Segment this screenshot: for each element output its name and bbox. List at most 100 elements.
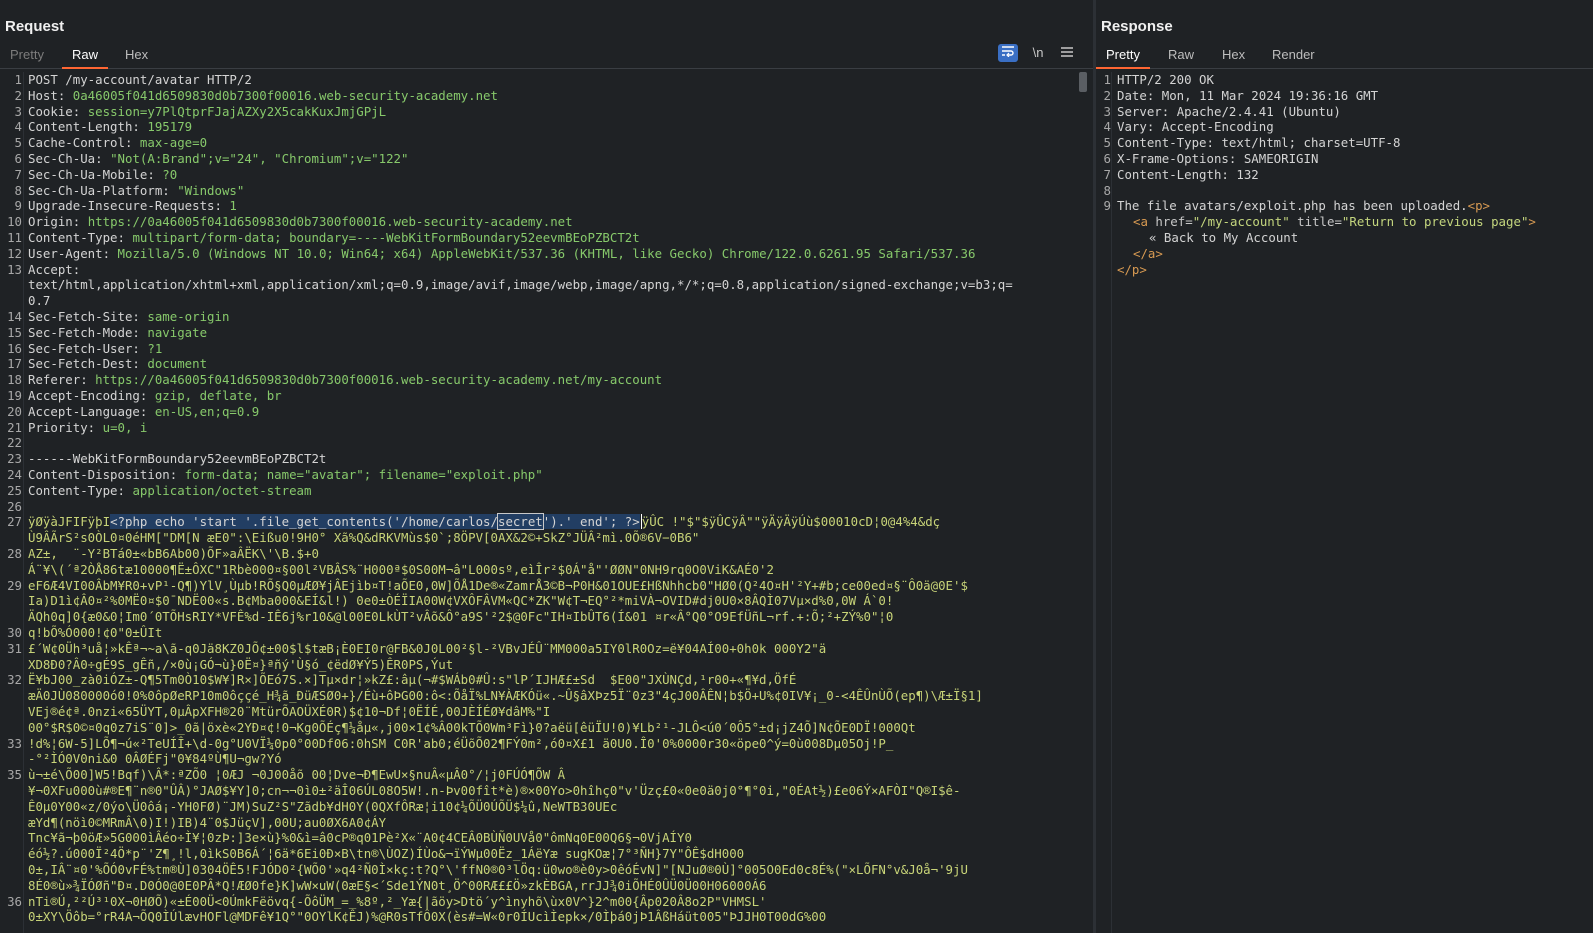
response-panel: Response Pretty Raw Hex Render 123456789…: [1096, 0, 1593, 933]
line-number: 17: [7, 356, 22, 372]
a-close-bracket: >: [1528, 214, 1536, 230]
request-line: POST /my-account/avatar HTTP/2: [28, 72, 252, 88]
menu-icon[interactable]: [1058, 44, 1076, 62]
header-value: "Not(A:Brand";v="24", "Chromium";v="122": [110, 151, 409, 166]
request-line: Accept:: [28, 262, 88, 278]
line-number: 29: [7, 577, 22, 593]
tab-response-hex[interactable]: Hex: [1222, 47, 1245, 66]
header-value: u=0, i: [102, 419, 148, 435]
line-number: 21: [7, 419, 22, 435]
request-line: Cache-Control: max-age=0: [28, 135, 207, 151]
request-scrollbar[interactable]: [1079, 72, 1087, 92]
header-name: User-Agent:: [28, 245, 118, 261]
line-number: 25: [7, 482, 22, 498]
binary-data-line: ù¬±é\Õ00]W5!Bqf)\Â*:ªZÕ0 ¦0ÆJ ¬0J00åõ 00…: [28, 767, 566, 783]
request-line: Sec-Fetch-Site: same-origin: [28, 309, 229, 325]
line-number: 6: [14, 151, 22, 166]
header-value: Apache/2.4.41 (Ubuntu): [1176, 103, 1341, 119]
header-name: Sec-Fetch-Dest:: [28, 356, 148, 372]
tab-request-hex[interactable]: Hex: [125, 47, 148, 66]
binary-data-line: !d%¦6W-5]LÕ¶¬ú«²TeUÍÎ+\d-0g°U0VÏ¼0p0°00D…: [28, 735, 894, 751]
request-line: Sec-Ch-Ua-Mobile: ?0: [28, 167, 177, 183]
request-line: 0.7: [28, 293, 50, 309]
line-number: 10: [7, 214, 22, 230]
line-number: 2: [1103, 87, 1111, 103]
binary-data-line: 0±,IÂ¨¤0'%ÕÓ0vFÉ%tm®Ù]0304ÖÊ5!FJÓD0²{WÕ0…: [28, 862, 968, 877]
request-line: Content-Disposition: form-data; name="av…: [28, 467, 543, 483]
header-name: Origin:: [28, 214, 88, 230]
header-name: Content-Length:: [1117, 166, 1237, 182]
response-line: Date: Mon, 11 Mar 2024 19:36:16 GMT: [1117, 88, 1378, 104]
response-anchor-line: <a href="/my-account" title="Return to p…: [1133, 214, 1536, 230]
request-line: ------WebKitFormBoundary52eevmBEoPZBCT2t: [28, 451, 326, 467]
request-line: text/html,application/xhtml+xml,applicat…: [28, 277, 1013, 293]
tab-request-raw[interactable]: Raw: [61, 47, 109, 69]
line-number: 19: [7, 388, 22, 403]
newline-toggle-button[interactable]: \n: [1028, 44, 1048, 62]
tab-response-render[interactable]: Render: [1272, 47, 1315, 66]
binary-data-line: AZ±, ¨-Y²BTá0±«bB6Ab00)ÕF»aÂËK\'\B.$+0: [28, 546, 319, 561]
header-value: 132: [1236, 166, 1259, 182]
header-name: Vary:: [1117, 119, 1162, 135]
binary-data-line: eF6Æ4VI00ÂbM¥R0+vP¹-Q¶)YlV¸Ùµb!RÕ§Q0µÆØ¥…: [28, 577, 968, 593]
request-tabs: Pretty Raw Hex: [0, 44, 1093, 69]
header-name: Content-Disposition:: [28, 467, 185, 482]
header-name: Sec-Fetch-Site:: [28, 309, 148, 324]
header-value: max-age=0: [139, 135, 208, 151]
header-value: form-data; name="avatar"; filename="expl…: [184, 467, 543, 482]
request-line: Priority: u=0, i: [28, 420, 147, 436]
binary-data-line: ¥¬0XFu000ù#®E¶¨n®0"ÛÂ)°JAØ$¥Y]0;cn¬¬0ì0±…: [28, 783, 961, 798]
header-name: X-Frame-Options:: [1117, 151, 1244, 166]
line-number: 1: [14, 72, 22, 87]
line-number: 26: [7, 498, 22, 514]
header-value: Mozilla/5.0 (Windows NT 10.0; Win64; x64…: [117, 245, 976, 261]
wrap-lines-icon[interactable]: [998, 44, 1018, 62]
header-value: 195179: [147, 119, 193, 135]
response-line: HTTP/2 200 OK: [1117, 72, 1214, 88]
response-line: Content-Type: text/html; charset=UTF-8: [1117, 135, 1400, 151]
request-line: Sec-Fetch-User: ?1: [28, 341, 162, 357]
line-number: 22: [7, 435, 22, 451]
line-number: 15: [7, 324, 22, 340]
header-value: 0.7: [28, 293, 51, 309]
binary-data-line: -°²ÌÓ0V0ni&0 0ÂØÉFj"0¥84ºÙ¶U¬gw?Yó: [28, 751, 282, 767]
tab-request-pretty[interactable]: Pretty: [10, 47, 44, 66]
request-line: User-Agent: Mozilla/5.0 (Windows NT 10.0…: [28, 246, 975, 262]
response-line: Vary: Accept-Encoding: [1117, 119, 1274, 135]
request-line: Sec-Fetch-Mode: navigate: [28, 325, 207, 341]
back-link-text: « Back to My Account: [1149, 230, 1299, 245]
header-value: HTTP/2 200 OK: [1117, 72, 1214, 87]
header-name: Date:: [1117, 87, 1162, 103]
header-name: Sec-Fetch-Mode:: [28, 324, 148, 340]
header-value: ?1: [147, 340, 163, 356]
line-number: 8: [14, 182, 22, 198]
request-line: Content-Length: 195179: [28, 119, 192, 135]
tab-response-raw[interactable]: Raw: [1168, 47, 1194, 66]
header-value: document: [147, 356, 208, 372]
request-line: Referer: https://0a46005f041d6509830d0b7…: [28, 372, 662, 388]
line-number: 11: [7, 230, 22, 245]
line-number: 30: [7, 625, 22, 640]
request-line: Upgrade-Insecure-Requests: 1: [28, 198, 237, 214]
request-panel: Request Pretty Raw Hex \n 1 2 3 4 5 6 7 8 9 10 11 1…: [0, 0, 1093, 933]
line-number: 7: [14, 166, 22, 182]
payload-prefix: ÿØÿàJFIFÿþI: [28, 514, 111, 530]
line-number: 13: [7, 261, 22, 277]
request-line: Content-Type: multipart/form-data; bound…: [28, 230, 640, 246]
binary-data-line: 8É0®ù»¾ÏÓØñ"Ð¤.D0Ó0@0E0PÂ*Q!ÆØ0fe}K]wW×u…: [28, 877, 767, 893]
header-value: 0a46005f041d6509830d0b7300f00016.web-sec…: [72, 87, 498, 103]
header-name: Content-Type:: [1117, 135, 1222, 151]
header-name: Cookie:: [28, 103, 88, 119]
header-name: Referer:: [28, 372, 96, 388]
request-line: Accept-Language: en-US,en;q=0.9: [28, 404, 259, 420]
header-name: Upgrade-Insecure-Requests:: [28, 198, 230, 214]
binary-data-line: £´W¢0Üh³uå¦»kÊª¬~a\ã-q0Jä8KZ0JÕ¢±00$l$tæ…: [28, 640, 827, 656]
header-name: Sec-Ch-Ua-Mobile:: [28, 166, 163, 182]
request-line: Accept-Encoding: gzip, deflate, br: [28, 388, 282, 404]
binary-data-line: 00°$R$0©¤0q0z7iS¨0]>_0ã|öxè«2YÐ¤¢!0¬Kg0Õ…: [28, 719, 916, 735]
header-name: Content-Type:: [28, 482, 133, 498]
line-number: 9: [14, 198, 22, 214]
binary-data-line: nTi®Ú,²²Ú³¹0X¬0HØÕ)«±É00Ü<0ÚmkFëövq{-ÕôÜ…: [28, 893, 767, 909]
request-line: Sec-Ch-Ua-Platform: "Windows": [28, 183, 244, 199]
tab-response-pretty[interactable]: Pretty: [1096, 47, 1150, 69]
